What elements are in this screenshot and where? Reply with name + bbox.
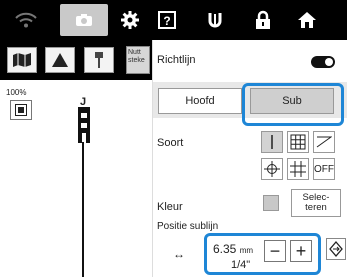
target-icon xyxy=(264,161,280,177)
horizontal-arrow-icon: ↔ xyxy=(173,247,185,261)
wifi-icon[interactable] xyxy=(8,0,44,40)
angle-line-button[interactable] xyxy=(313,131,335,153)
target-button[interactable] xyxy=(261,158,283,180)
type-label: Soort xyxy=(157,137,184,149)
home-icon[interactable] xyxy=(292,0,322,40)
grid-icon xyxy=(290,134,306,150)
needle-icon xyxy=(95,52,103,68)
zoom-label: 100% xyxy=(6,88,27,97)
hash-button[interactable] xyxy=(287,158,309,180)
guideline-settings-panel: Richtlijn Hoofd Sub Soort OFF Kleur Sele… xyxy=(152,40,347,277)
hash-grid-icon xyxy=(290,161,306,177)
highlight-sub-tab xyxy=(242,83,344,126)
map-button[interactable] xyxy=(7,47,37,73)
rotate-button[interactable] xyxy=(326,238,346,260)
lock-icon[interactable] xyxy=(248,0,278,40)
guideline-toggle[interactable] xyxy=(311,56,335,68)
zoom-button[interactable] xyxy=(10,100,32,120)
line-vertical-button[interactable] xyxy=(261,131,283,153)
guideline xyxy=(82,142,84,277)
thread-icon[interactable] xyxy=(200,0,230,40)
diamond-arrow-icon xyxy=(329,241,343,257)
highlight-position xyxy=(204,233,321,275)
select-line-2: teren xyxy=(305,202,327,213)
left-toolbar: Nutt steke xyxy=(0,40,152,80)
position-label: Positie sublijn xyxy=(157,221,219,232)
angle-line-icon xyxy=(316,136,332,148)
color-label: Kleur xyxy=(157,201,183,213)
stitch-preview: 100% J xyxy=(0,80,152,277)
needle-button[interactable] xyxy=(84,47,114,73)
stitch-label[interactable]: Nutt steke xyxy=(126,46,150,74)
grid-button[interactable] xyxy=(287,131,309,153)
tab-hoofd[interactable]: Hoofd xyxy=(158,88,242,114)
svg-text:?: ? xyxy=(163,14,170,28)
triangle-icon xyxy=(52,53,68,67)
off-button[interactable]: OFF xyxy=(313,158,335,180)
top-bar: ? xyxy=(0,0,347,40)
vertical-line-icon xyxy=(271,135,273,149)
camera-button[interactable] xyxy=(60,4,108,36)
gear-icon[interactable] xyxy=(116,0,144,40)
color-swatch xyxy=(263,195,279,211)
map-icon xyxy=(13,53,31,67)
presser-foot-icon xyxy=(78,107,90,143)
help-icon[interactable]: ? xyxy=(152,0,182,40)
presser-foot-button[interactable] xyxy=(45,47,75,73)
select-color-button[interactable]: Selec- teren xyxy=(291,189,341,217)
guideline-label: Richtlijn xyxy=(157,54,196,66)
